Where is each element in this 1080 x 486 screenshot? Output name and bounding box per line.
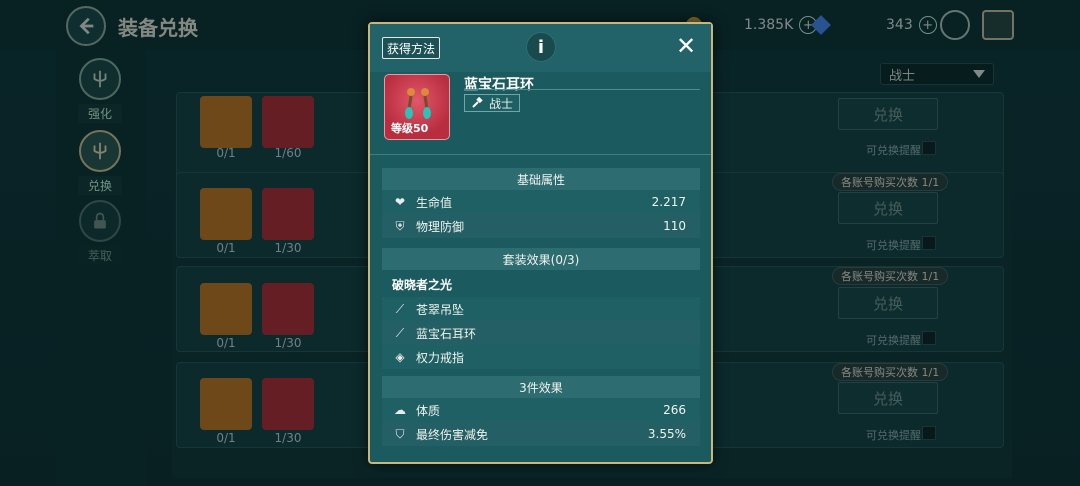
earring-small-icon: ⟋ xyxy=(395,325,405,340)
hammer-icon xyxy=(472,97,483,108)
set-effect-header: 套装效果(0/3) xyxy=(382,248,700,270)
stat-label: 体质 xyxy=(416,403,441,418)
earring-icon xyxy=(405,88,431,119)
stat-label: 最终伤害减免 xyxy=(416,427,489,442)
stat-value: 266 xyxy=(663,403,686,417)
class-tag: 战士 xyxy=(464,94,521,112)
stat-value: 2.217 xyxy=(651,195,686,209)
pendant-icon: ⟋ xyxy=(395,301,405,316)
divider xyxy=(370,154,711,155)
stat-row: ❤ 生命值 2.217 xyxy=(382,190,700,214)
info-icon[interactable]: i xyxy=(526,32,556,62)
item-portrait: 等级50 xyxy=(384,74,450,140)
stat-row: ⛨ 物理防御 110 xyxy=(382,214,700,238)
set-item-row: ⟋ 蓝宝石耳环 xyxy=(382,321,700,345)
stat-label: 生命值 xyxy=(416,195,453,210)
set-item-label: 权力戒指 xyxy=(416,350,465,365)
item-level: 等级50 xyxy=(391,122,429,135)
set-item-label: 苍翠吊坠 xyxy=(416,302,465,317)
modal-header: 获得方法 i ✕ xyxy=(370,24,711,72)
item-detail-modal: 获得方法 i ✕ 等级50 蓝宝石耳环 战士 基础属性 ❤ 生命值 2.217 … xyxy=(368,22,713,464)
bonus-header: 3件效果 xyxy=(382,376,700,398)
damage-reduction-icon: ⛉ xyxy=(395,426,405,441)
set-item-label: 蓝宝石耳环 xyxy=(416,326,477,341)
constitution-icon: ☁ xyxy=(394,403,406,417)
ring-icon: ◈ xyxy=(395,350,405,364)
how-to-obtain-button[interactable]: 获得方法 xyxy=(382,37,441,59)
class-tag-label: 战士 xyxy=(489,96,514,111)
name-underline xyxy=(464,89,700,90)
stat-value: 110 xyxy=(663,219,686,233)
set-name: 破晓者之光 xyxy=(392,278,453,292)
stat-value: 3.55% xyxy=(647,427,686,441)
stat-label: 物理防御 xyxy=(416,219,465,234)
stat-row: ☁ 体质 266 xyxy=(382,398,700,422)
set-item-row: ⟋ 苍翠吊坠 xyxy=(382,297,700,321)
stat-row: ⛉ 最终伤害减免 3.55% xyxy=(382,422,700,446)
heart-icon: ❤ xyxy=(394,195,406,209)
item-name: 蓝宝石耳环 xyxy=(464,77,534,93)
base-stats-header: 基础属性 xyxy=(382,168,700,190)
shield-icon: ⛨ xyxy=(395,218,405,233)
set-item-row: ◈ 权力戒指 xyxy=(382,345,700,369)
close-icon[interactable]: ✕ xyxy=(676,34,696,58)
